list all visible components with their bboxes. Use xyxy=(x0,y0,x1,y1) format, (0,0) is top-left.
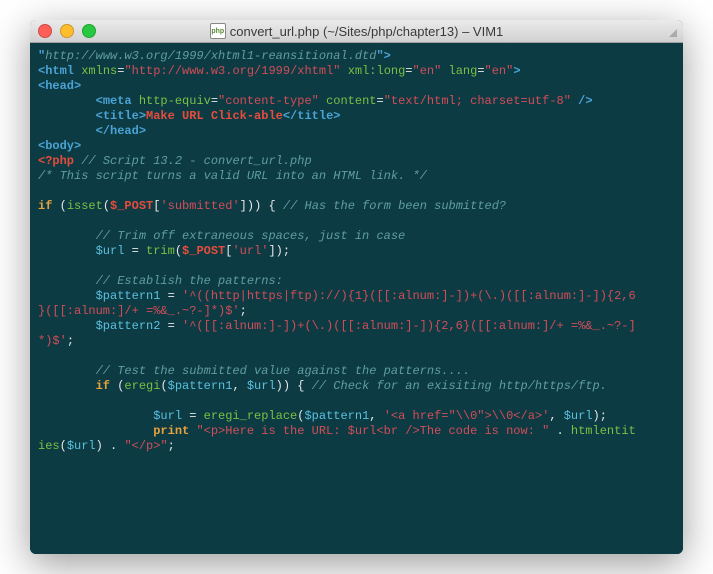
doctype-line: http://www.w3.org/1999/xhtml1-reansition… xyxy=(45,49,376,63)
traffic-lights xyxy=(38,24,96,38)
zoom-icon[interactable] xyxy=(82,24,96,38)
resize-icon[interactable] xyxy=(665,25,677,37)
editor-window: php convert_url.php (~/Sites/php/chapter… xyxy=(30,20,683,554)
php-open: <?php xyxy=(38,154,74,168)
window-title: convert_url.php (~/Sites/php/chapter13) … xyxy=(230,24,504,39)
head-open: <head> xyxy=(38,79,81,93)
window-title-wrap: php convert_url.php (~/Sites/php/chapter… xyxy=(30,23,683,39)
print-string: "<p>Here is the URL: $url<br />The code … xyxy=(196,424,549,438)
titlebar[interactable]: php convert_url.php (~/Sites/php/chapter… xyxy=(30,20,683,43)
script-desc: /* This script turns a valid URL into an… xyxy=(38,169,427,183)
code-editor[interactable]: "http://www.w3.org/1999/xhtml1-reansitio… xyxy=(30,43,683,554)
file-icon: php xyxy=(210,23,226,39)
title-text: Make URL Click-able xyxy=(146,109,283,123)
body-open: <body> xyxy=(38,139,81,153)
minimize-icon[interactable] xyxy=(60,24,74,38)
close-icon[interactable] xyxy=(38,24,52,38)
html-open: <html xyxy=(38,64,74,78)
